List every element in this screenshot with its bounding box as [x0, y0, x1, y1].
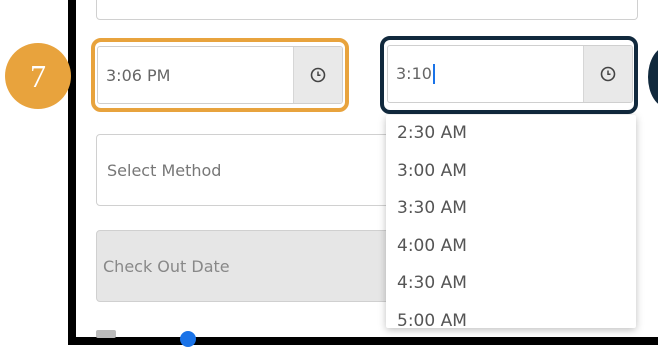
end-time-field[interactable]: 3:10 — [387, 45, 633, 103]
time-option[interactable]: 4:00 AM — [386, 228, 636, 266]
checkout-date-placeholder: Check Out Date — [103, 256, 230, 276]
text-caret — [432, 64, 435, 85]
partial-label — [96, 330, 116, 338]
time-dropdown[interactable]: 2:30 AM 3:00 AM 3:30 AM 4:00 AM 4:30 AM … — [386, 115, 636, 328]
end-time-input[interactable]: 3:10 — [388, 64, 583, 85]
method-select-placeholder: Select Method — [107, 160, 222, 180]
method-select[interactable]: Select Method — [96, 134, 396, 206]
start-time-value[interactable]: 3:06 PM — [98, 66, 293, 85]
time-option[interactable]: 3:00 AM — [386, 153, 636, 191]
start-time-field[interactable]: 3:06 PM — [97, 46, 343, 104]
clock-icon — [310, 67, 326, 83]
step-number: 7 — [30, 57, 46, 94]
previous-field[interactable] — [96, 0, 638, 20]
end-time-value: 3:10 — [396, 63, 432, 83]
start-time-clock-button[interactable] — [293, 47, 342, 103]
clock-icon — [600, 66, 616, 82]
time-option[interactable]: 3:30 AM — [386, 190, 636, 228]
end-time-clock-button[interactable] — [583, 46, 632, 102]
step-number-badge: 7 — [5, 43, 71, 109]
time-option[interactable]: 2:30 AM — [386, 115, 636, 153]
time-option[interactable]: 5:00 AM — [386, 303, 636, 329]
time-option[interactable]: 4:30 AM — [386, 265, 636, 303]
checkout-date-field[interactable]: Check Out Date — [96, 230, 396, 302]
